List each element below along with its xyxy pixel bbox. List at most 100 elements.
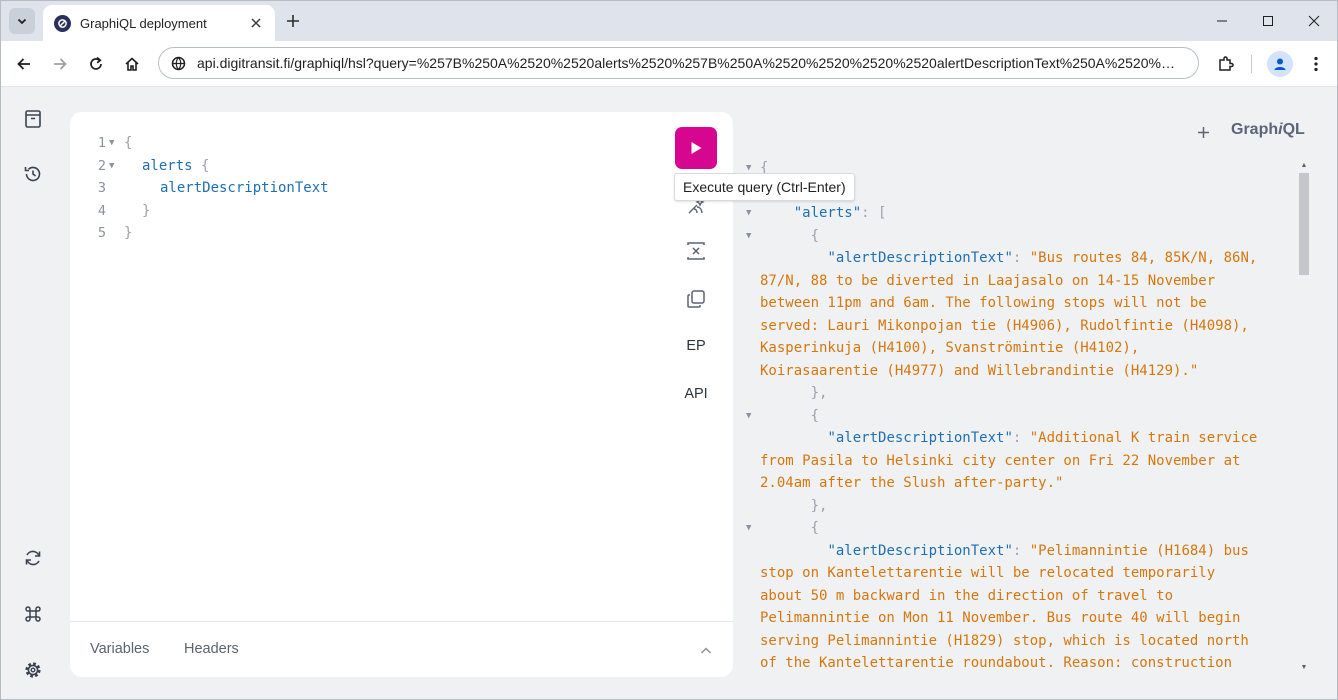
line-number: 3	[97, 180, 106, 196]
reload-icon	[90, 56, 102, 70]
plus-icon	[287, 15, 299, 27]
logo-part: Graph	[1231, 121, 1279, 138]
tab-strip: GraphiQL deployment	[1, 1, 1337, 41]
result-viewer[interactable]: ▼ {▼ "alerts": [▼ { "alertDescriptionText…	[746, 157, 1296, 677]
minimize-icon	[1217, 20, 1227, 22]
site-info-icon[interactable]	[169, 54, 187, 72]
refresh-icon	[25, 550, 41, 566]
profile-button[interactable]	[1267, 51, 1293, 77]
window-close-button[interactable]	[1291, 1, 1337, 41]
browser-tab[interactable]: GraphiQL deployment	[43, 5, 275, 41]
fold-toggle-icon[interactable]: ▼	[109, 132, 114, 154]
fold-toggle-icon[interactable]: ▼	[746, 202, 751, 224]
json-string: Kasperinkuja (H4100), Svanströmintie (H4…	[760, 340, 1140, 356]
fold-toggle-icon[interactable]: ▼	[746, 225, 751, 247]
history-icon	[24, 166, 41, 182]
json-key: "alertDescriptionText"	[827, 542, 1013, 559]
maximize-icon	[1263, 16, 1273, 26]
brace: }	[124, 225, 133, 241]
graphql-favicon-icon	[54, 14, 71, 32]
close-icon	[251, 18, 261, 28]
browser-menu-button[interactable]	[1302, 50, 1330, 78]
merge-fragments-button[interactable]	[682, 237, 710, 265]
line-number: 5	[97, 225, 106, 241]
settings-button[interactable]	[19, 656, 47, 684]
history-button[interactable]	[19, 160, 47, 188]
tab-search-button[interactable]	[9, 8, 35, 34]
forward-button[interactable]	[46, 50, 74, 78]
ep-button[interactable]: EP	[670, 338, 722, 354]
maximize-button[interactable]	[1245, 1, 1291, 41]
json-string: "Pelimannintie (H1684) bus	[1029, 542, 1249, 559]
json-string: 87/N, 88 to be diverted in Laajasalo on …	[760, 272, 1216, 289]
scroll-down-arrow[interactable]: ▼	[1299, 661, 1309, 673]
json-punct: {	[810, 407, 820, 424]
line-number: 4	[97, 202, 106, 219]
browser-window: GraphiQL deployment api.digitransit.fi/g…	[0, 0, 1338, 700]
puzzle-icon	[1219, 56, 1234, 71]
scroll-up-arrow[interactable]: ▲	[1299, 159, 1309, 171]
fold-toggle-icon[interactable]: ▼	[746, 517, 751, 539]
field-name: alerts	[142, 157, 193, 174]
new-tab-button[interactable]	[281, 9, 305, 33]
api-button[interactable]: API	[670, 386, 722, 402]
json-punct: :	[1012, 250, 1030, 266]
address-bar[interactable]: api.digitransit.fi/graphiql/hsl?query=%2…	[158, 47, 1199, 79]
json-key: "alerts"	[793, 205, 862, 221]
arrow-right-icon	[54, 58, 67, 70]
line-number: 1	[97, 135, 106, 151]
brace: {	[201, 157, 210, 174]
brace: {	[124, 135, 133, 151]
keyboard-shortcuts-button[interactable]	[19, 600, 47, 628]
scroll-thumb[interactable]	[1299, 173, 1309, 275]
more-vertical-icon	[1314, 56, 1318, 72]
graphiql-logo: GraphiQL	[1231, 121, 1305, 139]
toggle-editor-tools-button[interactable]	[696, 641, 716, 661]
chevron-down-icon	[17, 18, 27, 25]
url-text[interactable]: api.digitransit.fi/graphiql/hsl?query=%2…	[197, 55, 1176, 71]
minimize-button[interactable]	[1199, 1, 1245, 41]
close-icon	[1308, 15, 1320, 27]
play-icon	[691, 142, 702, 154]
back-button[interactable]	[10, 50, 38, 78]
browser-toolbar: api.digitransit.fi/graphiql/hsl?query=%2…	[1, 41, 1337, 87]
json-string: serving Pelimannintie (H1829) stop, whic…	[760, 632, 1249, 649]
add-tab-button[interactable]	[1191, 120, 1215, 144]
extensions-button[interactable]	[1212, 50, 1240, 78]
execute-query-button[interactable]	[675, 127, 717, 169]
graphiql-app: 1 ▼{2 ▼ alerts {3 alertDescriptionText 4} 5} E…	[1, 87, 1337, 699]
home-button[interactable]	[118, 50, 146, 78]
json-punct: : [	[861, 205, 887, 221]
docs-icon	[25, 110, 41, 128]
merge-icon	[687, 242, 705, 260]
json-string: of the Kantelettarentie roundabout. Reas…	[760, 655, 1233, 671]
field-name: alertDescriptionText	[160, 180, 329, 196]
json-key: "alertDescriptionText"	[827, 430, 1013, 446]
json-key: "alertDescriptionText"	[827, 250, 1013, 266]
refetch-schema-button[interactable]	[19, 544, 47, 572]
person-icon	[1274, 58, 1286, 70]
copy-query-button[interactable]	[682, 285, 710, 313]
json-string: served: Lauri Mikonpojan tie (H4906), Ru…	[760, 317, 1249, 334]
json-string: Koirasaarentie (H4977) and Willebrandint…	[760, 362, 1199, 379]
fold-toggle-icon[interactable]: ▼	[746, 405, 751, 427]
fold-toggle-icon[interactable]: ▼	[109, 155, 114, 177]
json-string: stop on Kantelettarentie will be relocat…	[760, 565, 1216, 581]
json-string: 2.04am after the Slush after-party."	[760, 475, 1064, 491]
tab-close-button[interactable]	[244, 11, 268, 35]
json-string: "Bus routes 84, 85K/N, 86N,	[1029, 250, 1258, 266]
documentation-explorer-button[interactable]	[19, 105, 47, 133]
reload-button[interactable]	[82, 50, 110, 78]
tab-headers[interactable]: Headers	[184, 641, 239, 657]
execute-query-tooltip: Execute query (Ctrl-Enter)	[674, 173, 855, 201]
logo-part: QL	[1282, 121, 1305, 138]
tab-variables[interactable]: Variables	[90, 641, 149, 657]
json-punct: },	[810, 497, 828, 514]
tab-title: GraphiQL deployment	[80, 15, 207, 31]
json-punct: },	[810, 385, 828, 401]
chevron-up-icon	[700, 647, 712, 654]
